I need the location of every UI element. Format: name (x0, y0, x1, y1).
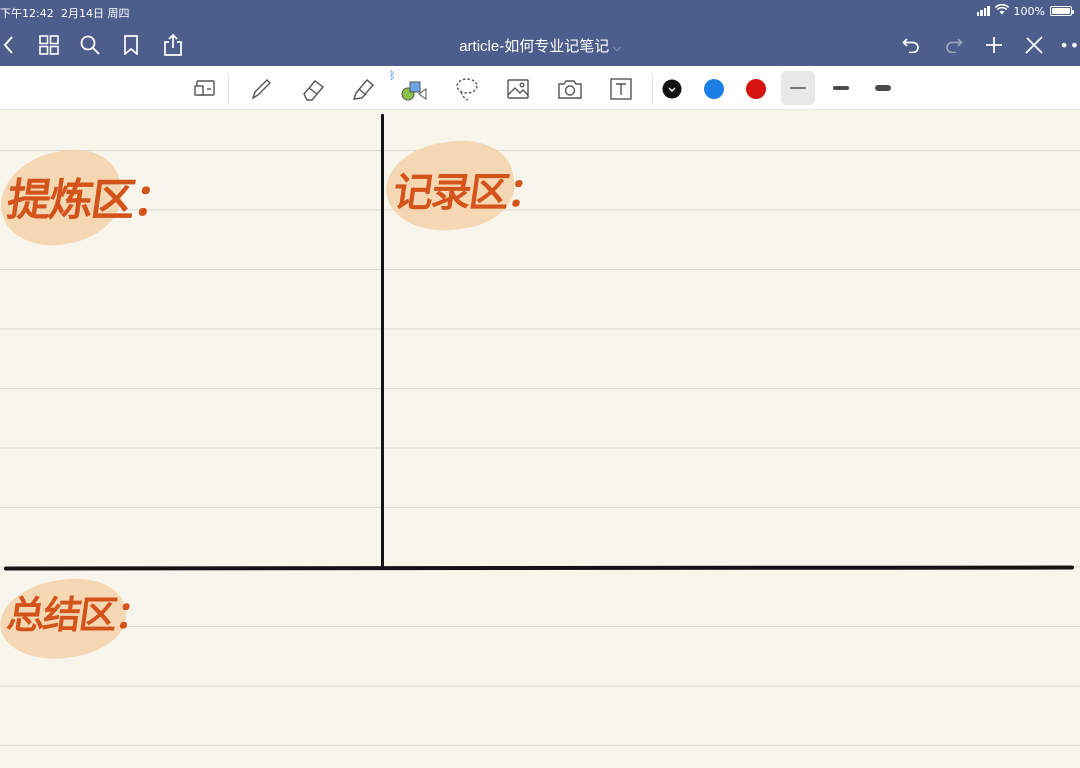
bluetooth-icon: ᛒ (389, 69, 396, 82)
color-swatch-black[interactable] (662, 79, 682, 99)
stroke-thin-button[interactable] (781, 71, 815, 105)
vertical-divider-line (381, 114, 384, 570)
lasso-icon[interactable] (452, 74, 482, 104)
undo-icon[interactable] (898, 32, 924, 58)
navigation-bar: article-如何专业记笔记⌵ ••• (0, 24, 1080, 66)
chevron-down-icon: ⌵ (613, 43, 621, 54)
camera-icon[interactable] (555, 74, 585, 104)
notebook-page[interactable]: 提炼区： 记录区： 总结区： (0, 110, 1080, 768)
add-icon[interactable] (981, 32, 1007, 58)
tool-bar: ᛒ (0, 66, 1080, 110)
toolbar-divider (228, 74, 229, 104)
more-icon[interactable]: ••• (1059, 32, 1080, 58)
horizontal-divider-line (3, 565, 1075, 570)
notes-label: 记录区： (390, 169, 549, 216)
close-tools-icon[interactable] (1021, 32, 1047, 58)
stroke-medium-button[interactable] (824, 71, 858, 105)
toolbar-divider (652, 74, 653, 104)
battery-icon (1050, 6, 1074, 16)
eraser-icon[interactable] (298, 74, 328, 104)
text-icon[interactable] (606, 74, 636, 104)
image-icon[interactable] (503, 74, 533, 104)
color-swatch-blue[interactable] (704, 79, 724, 99)
redo-icon[interactable] (941, 32, 967, 58)
signal-icon (976, 6, 990, 16)
extract-label: 提炼区： (3, 175, 179, 226)
highlighter-icon[interactable] (349, 74, 379, 104)
color-swatch-red[interactable] (746, 79, 766, 99)
zoom-window-icon[interactable] (190, 74, 220, 104)
summary-label: 总结区： (4, 592, 155, 637)
status-date: 2月14日 周四 (61, 7, 130, 20)
app-header: 下午12:42 2月14日 周四 100% article-如何专业记笔记⌵ (0, 0, 1080, 66)
battery-percent: 100% (1013, 4, 1045, 18)
status-time: 下午12:42 (0, 7, 54, 20)
status-bar: 下午12:42 2月14日 周四 100% (0, 0, 1080, 24)
wifi-icon (994, 3, 1009, 18)
chevron-down-icon (662, 79, 682, 99)
stroke-thick-button[interactable] (866, 71, 900, 105)
pen-icon[interactable] (246, 74, 276, 104)
shapes-icon[interactable] (398, 74, 428, 104)
status-right-group: 100% (976, 3, 1074, 18)
